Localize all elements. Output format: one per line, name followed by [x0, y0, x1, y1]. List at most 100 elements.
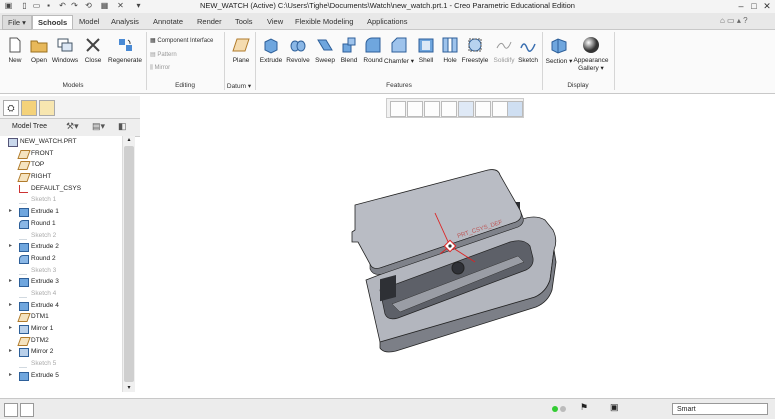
- plane-button[interactable]: Plane: [226, 34, 256, 84]
- chamfer-button[interactable]: Chamfer ▾: [384, 34, 414, 84]
- expand-arrow-icon[interactable]: ▸: [9, 346, 15, 358]
- spin-center-icon[interactable]: [507, 101, 523, 117]
- extrude-icon: [19, 243, 29, 253]
- tree-item[interactable]: Sketch 4: [0, 288, 122, 300]
- tab-render[interactable]: Render: [192, 15, 227, 28]
- tree-item[interactable]: ▸ Extrude 1: [0, 206, 122, 218]
- tree-item[interactable]: ▸ Extrude 2: [0, 241, 122, 253]
- tree-item[interactable]: Round 1: [0, 218, 122, 230]
- help-icons[interactable]: ⌂ ▭ ▴ ?: [720, 16, 748, 25]
- tree-item[interactable]: ▸ Extrude 5: [0, 370, 122, 382]
- revolve-button[interactable]: Revolve: [283, 34, 313, 84]
- expand-arrow-icon[interactable]: ▸: [9, 323, 15, 335]
- model-viewport[interactable]: PRT_CSYS_DEF: [340, 150, 590, 355]
- repaint-icon[interactable]: [441, 101, 457, 117]
- regenerate-icon[interactable]: ⟲: [84, 1, 93, 10]
- close-button[interactable]: Close: [78, 34, 108, 84]
- refit-icon[interactable]: [390, 101, 406, 117]
- tree-item[interactable]: DTM2: [0, 335, 122, 347]
- customize-icon[interactable]: ▾: [134, 1, 143, 10]
- tab-schools[interactable]: Schools: [32, 15, 74, 29]
- tab-model[interactable]: Model: [74, 15, 104, 28]
- save-icon[interactable]: ▪: [44, 1, 53, 10]
- saved-orientations-icon[interactable]: [475, 101, 491, 117]
- tree-item[interactable]: ▸ Extrude 4: [0, 300, 122, 312]
- tab-applications[interactable]: Applications: [362, 15, 412, 28]
- scroll-thumb[interactable]: [124, 146, 134, 382]
- tree-item[interactable]: NEW_WATCH.PRT: [0, 136, 122, 148]
- favorites-tab-icon[interactable]: [39, 100, 55, 116]
- mirror-button[interactable]: ⫼ Mirror: [150, 65, 170, 72]
- zoom-in-icon[interactable]: [407, 101, 423, 117]
- extrude-button[interactable]: Extrude: [256, 34, 286, 84]
- tab-annotate[interactable]: Annotate: [148, 15, 188, 28]
- folder-browser-tab-icon[interactable]: [21, 100, 37, 116]
- maximize-button[interactable]: □: [748, 0, 760, 12]
- tab-flexible-modeling[interactable]: Flexible Modeling: [290, 15, 358, 28]
- tree-filter-icon[interactable]: ◧: [118, 121, 127, 132]
- revolve-icon: [290, 40, 306, 52]
- new-icon[interactable]: ▯: [20, 1, 29, 10]
- model-tree-tab-icon[interactable]: ⛭: [3, 100, 19, 116]
- selection-filter-dropdown[interactable]: Smart: [672, 403, 768, 415]
- datum-group-label[interactable]: Datum ▾: [224, 82, 254, 90]
- component-interface-button[interactable]: ▦ Component Interface: [150, 37, 213, 44]
- minimize-button[interactable]: –: [735, 0, 747, 12]
- expand-arrow-icon[interactable]: ▸: [9, 276, 15, 288]
- tree-item[interactable]: DTM1: [0, 311, 122, 323]
- expand-arrow-icon[interactable]: ▸: [9, 300, 15, 312]
- ribbon-tab-bar: File ▾ Schools Model Analysis Annotate R…: [0, 13, 775, 30]
- tree-columns-icon[interactable]: ▤▾: [92, 121, 105, 132]
- regenerate-button[interactable]: Regenerate: [108, 34, 142, 84]
- scroll-up-arrow[interactable]: ▴: [124, 136, 134, 144]
- expand-arrow-icon[interactable]: ▸: [9, 241, 15, 253]
- expand-arrow-icon[interactable]: ▸: [9, 206, 15, 218]
- pattern-button[interactable]: ▤ Pattern: [150, 51, 177, 58]
- tree-item-label: Sketch 5: [31, 360, 57, 368]
- tree-item[interactable]: FRONT: [0, 148, 122, 160]
- show-navigator-icon[interactable]: [4, 403, 18, 417]
- extrude-icon: [19, 278, 29, 288]
- model-tree-scrollbar[interactable]: ▴ ▾: [122, 136, 135, 392]
- tree-item[interactable]: Sketch 2: [0, 230, 122, 242]
- sketch-icon: [19, 196, 27, 205]
- windows-icon: [57, 38, 73, 52]
- tree-item[interactable]: ▸ Mirror 2: [0, 346, 122, 358]
- tab-file[interactable]: File ▾: [2, 15, 32, 30]
- tree-item[interactable]: Sketch 3: [0, 265, 122, 277]
- windows-icon[interactable]: ▦: [100, 1, 109, 10]
- tree-settings-icon[interactable]: ⚒▾: [66, 121, 79, 132]
- tree-item[interactable]: Sketch 5: [0, 358, 122, 370]
- sketch-button[interactable]: Sketch: [513, 34, 543, 84]
- expand-arrow-icon[interactable]: ▸: [9, 370, 15, 382]
- windows-button[interactable]: Windows: [50, 34, 80, 84]
- chamfer-label: Chamfer ▾: [384, 58, 415, 65]
- freestyle-button[interactable]: Freestyle: [460, 34, 490, 84]
- redo-icon[interactable]: ↷: [70, 1, 79, 10]
- tree-item[interactable]: ▸ Mirror 1: [0, 323, 122, 335]
- tree-item[interactable]: RIGHT: [0, 171, 122, 183]
- display-style-icon[interactable]: [458, 101, 474, 117]
- tab-view[interactable]: View: [262, 15, 288, 28]
- tree-item[interactable]: TOP: [0, 159, 122, 171]
- tree-item[interactable]: Round 2: [0, 253, 122, 265]
- tab-tools[interactable]: Tools: [230, 15, 258, 28]
- extrude-icon: [19, 371, 29, 381]
- close-window-button[interactable]: ✕: [761, 0, 773, 12]
- select-filter-toggle-icon[interactable]: ▣: [610, 402, 619, 413]
- zoom-out-icon[interactable]: [424, 101, 440, 117]
- open-icon[interactable]: ▭: [32, 1, 41, 10]
- show-browser-icon[interactable]: [20, 403, 34, 417]
- regen-status-icon[interactable]: ⚑: [580, 402, 588, 413]
- tab-analysis[interactable]: Analysis: [106, 15, 144, 28]
- scroll-down-arrow[interactable]: ▾: [124, 384, 134, 392]
- section-button[interactable]: Section ▾: [544, 34, 574, 84]
- close-icon[interactable]: ✕: [116, 1, 125, 10]
- undo-icon[interactable]: ↶: [58, 1, 67, 10]
- tree-item[interactable]: DEFAULT_CSYS: [0, 183, 122, 195]
- datum-display-filters-icon[interactable]: [492, 101, 508, 117]
- tree-item[interactable]: ▸ Extrude 3: [0, 276, 122, 288]
- tree-item[interactable]: Sketch 1: [0, 194, 122, 206]
- blend-icon: [342, 37, 356, 53]
- appearance-gallery-button[interactable]: Appearance Gallery ▾: [571, 34, 611, 84]
